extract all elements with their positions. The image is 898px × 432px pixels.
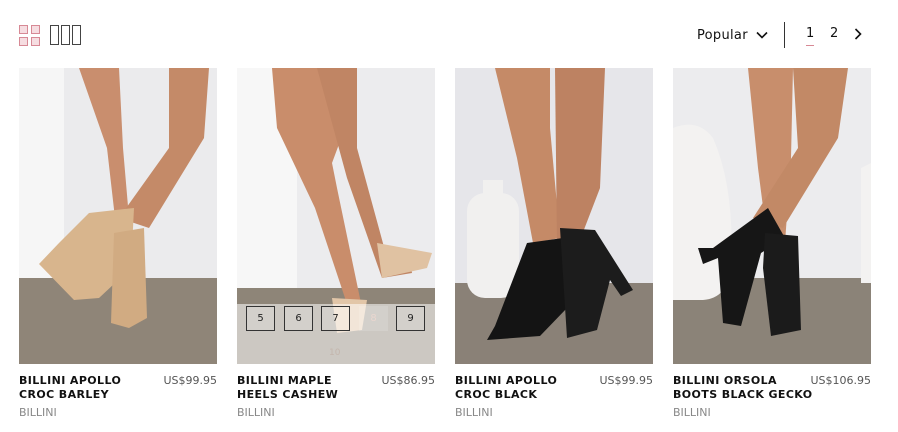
product-card: BILLINI APOLLO CROC BARLEY US$99.95 BILL… [19,68,217,419]
product-price: US$99.95 [163,374,217,387]
product-image[interactable] [455,68,653,364]
page-1-link[interactable]: 1 [806,26,815,46]
product-brand: BILLINI [673,406,711,419]
grid-cell [31,25,40,34]
thumbnail-button[interactable]: 5 [246,306,275,331]
product-name[interactable]: BILLINI MAPLE HEELS CASHEW [237,374,377,402]
grid-2x2-view-icon[interactable] [19,25,41,47]
product-brand: BILLINI [19,406,57,419]
grid-column [50,25,59,45]
listing-toolbar: Popular 1 2 [0,0,898,68]
image-thumbnail-strip: 5 6 7 8 9 10 [237,304,435,364]
product-price: US$99.95 [599,374,653,387]
grid-column [72,25,81,45]
product-brand: BILLINI [237,406,275,419]
thumbnail-button[interactable]: 8 [359,306,388,331]
chevron-down-icon [756,31,768,39]
product-image[interactable] [673,68,871,364]
product-image[interactable]: 5 6 7 8 9 10 [237,68,435,364]
sort-dropdown[interactable]: Popular [697,26,768,44]
product-price: US$106.95 [810,374,871,387]
product-name[interactable]: BILLINI APOLLO CROC BLACK [455,374,595,402]
thumbnail-button[interactable]: 7 [321,306,350,331]
product-card: 5 6 7 8 9 10 BILLINI MAPLE HEELS CASHEW … [237,68,435,419]
product-card: BILLINI APOLLO CROC BLACK US$99.95 BILLI… [455,68,653,419]
grid-cell [19,25,28,34]
toolbar-divider [784,22,785,48]
product-brand: BILLINI [455,406,493,419]
grid-cell [31,37,40,46]
thumbnail-button[interactable]: 6 [284,306,313,331]
grid-cell [19,37,28,46]
product-name[interactable]: BILLINI APOLLO CROC BARLEY [19,374,159,402]
product-name[interactable]: BILLINI ORSOLA BOOTS BLACK GECKO [673,374,813,402]
page-2-link[interactable]: 2 [830,26,838,41]
product-price: US$86.95 [381,374,435,387]
grid-3-column-view-icon[interactable] [50,25,82,47]
chevron-right-icon[interactable] [853,27,863,41]
product-image[interactable] [19,68,217,364]
thumbnail-button[interactable]: 9 [396,306,425,331]
product-card: BILLINI ORSOLA BOOTS BLACK GECKO US$106.… [673,68,871,419]
thumbnail-button[interactable]: 10 [329,348,340,358]
grid-column [61,25,70,45]
sort-label: Popular [697,27,748,43]
